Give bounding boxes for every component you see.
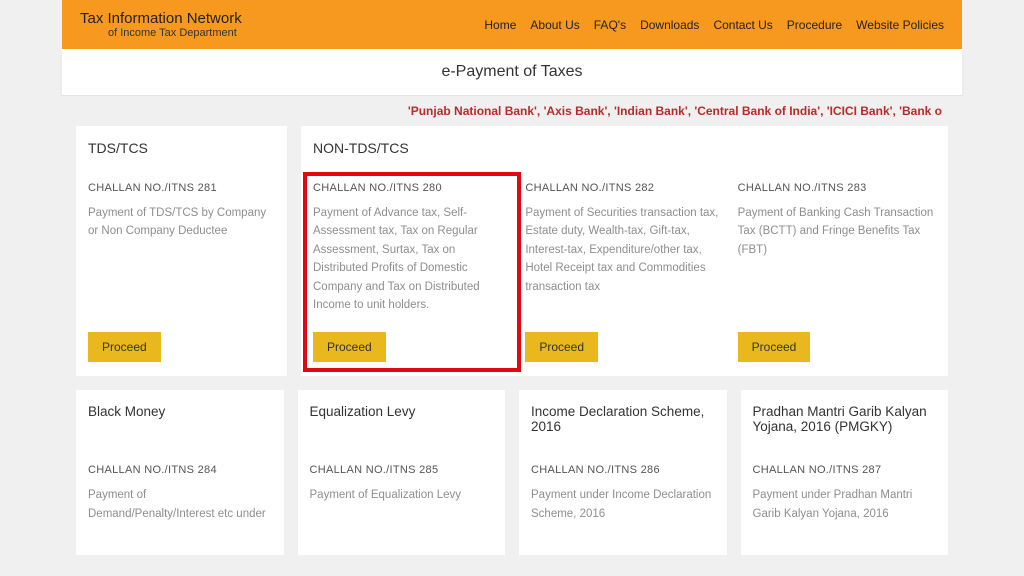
challan-number: CHALLAN NO./ITNS 285 bbox=[310, 464, 494, 476]
section-title: Pradhan Mantri Garib Kalyan Yojana, 2016… bbox=[753, 404, 937, 438]
nav-procedure[interactable]: Procedure bbox=[787, 18, 842, 32]
challan-description: Payment of Banking Cash Transaction Tax … bbox=[738, 204, 936, 314]
section-title: Income Declaration Scheme, 2016 bbox=[531, 404, 715, 438]
card-tds-tcs: TDS/TCS CHALLAN NO./ITNS 281 Payment of … bbox=[76, 126, 287, 376]
bank-marquee: 'Punjab National Bank', 'Axis Bank', 'In… bbox=[62, 96, 962, 126]
nav-about-us[interactable]: About Us bbox=[530, 18, 579, 32]
proceed-button-280[interactable]: Proceed bbox=[313, 332, 386, 362]
section-title: Black Money bbox=[88, 404, 272, 438]
challan-283: CHALLAN NO./ITNS 283 Payment of Banking … bbox=[738, 182, 936, 362]
challan-description: Payment under Pradhan Mantri Garib Kalya… bbox=[753, 486, 937, 523]
brand-subtitle: of Income Tax Department bbox=[108, 27, 242, 39]
challan-description: Payment of TDS/TCS by Company or Non Com… bbox=[88, 204, 275, 314]
nav-home[interactable]: Home bbox=[484, 18, 516, 32]
nav-downloads[interactable]: Downloads bbox=[640, 18, 699, 32]
card-pmgky: Pradhan Mantri Garib Kalyan Yojana, 2016… bbox=[741, 390, 949, 555]
brand: Tax Information Network of Income Tax De… bbox=[80, 10, 242, 39]
challan-description: Payment of Demand/Penalty/Interest etc u… bbox=[88, 486, 272, 523]
proceed-button-282[interactable]: Proceed bbox=[525, 332, 598, 362]
nav-faqs[interactable]: FAQ's bbox=[594, 18, 626, 32]
proceed-button-283[interactable]: Proceed bbox=[738, 332, 811, 362]
header: Tax Information Network of Income Tax De… bbox=[62, 0, 962, 49]
nav-contact-us[interactable]: Contact Us bbox=[713, 18, 772, 32]
card-non-tds-tcs: NON-TDS/TCS CHALLAN NO./ITNS 280 Payment… bbox=[301, 126, 948, 376]
main-nav: Home About Us FAQ's Downloads Contact Us… bbox=[484, 18, 944, 32]
challan-description: Payment of Securities transaction tax, E… bbox=[525, 204, 723, 314]
section-title: Equalization Levy bbox=[310, 404, 494, 438]
card-income-declaration: Income Declaration Scheme, 2016 CHALLAN … bbox=[519, 390, 727, 555]
card-black-money: Black Money CHALLAN NO./ITNS 284 Payment… bbox=[76, 390, 284, 555]
challan-number: CHALLAN NO./ITNS 284 bbox=[88, 464, 272, 476]
page-title: e-Payment of Taxes bbox=[62, 49, 962, 96]
nav-website-policies[interactable]: Website Policies bbox=[856, 18, 944, 32]
section-title-tds: TDS/TCS bbox=[88, 140, 275, 156]
challan-description: Payment of Equalization Levy bbox=[310, 486, 494, 516]
challan-number: CHALLAN NO./ITNS 286 bbox=[531, 464, 715, 476]
challan-number: CHALLAN NO./ITNS 281 bbox=[88, 182, 275, 194]
challan-280-highlighted: CHALLAN NO./ITNS 280 Payment of Advance … bbox=[305, 174, 519, 370]
proceed-button-281[interactable]: Proceed bbox=[88, 332, 161, 362]
card-equalization-levy: Equalization Levy CHALLAN NO./ITNS 285 P… bbox=[298, 390, 506, 555]
challan-description: Payment under Income Declaration Scheme,… bbox=[531, 486, 715, 523]
challan-number: CHALLAN NO./ITNS 280 bbox=[313, 182, 511, 194]
section-title-nontds: NON-TDS/TCS bbox=[313, 140, 936, 156]
challan-number: CHALLAN NO./ITNS 282 bbox=[525, 182, 723, 194]
challan-description: Payment of Advance tax, Self-Assessment … bbox=[313, 204, 511, 314]
challan-282: CHALLAN NO./ITNS 282 Payment of Securiti… bbox=[525, 182, 723, 362]
challan-number: CHALLAN NO./ITNS 287 bbox=[753, 464, 937, 476]
brand-title: Tax Information Network bbox=[80, 10, 242, 27]
challan-number: CHALLAN NO./ITNS 283 bbox=[738, 182, 936, 194]
